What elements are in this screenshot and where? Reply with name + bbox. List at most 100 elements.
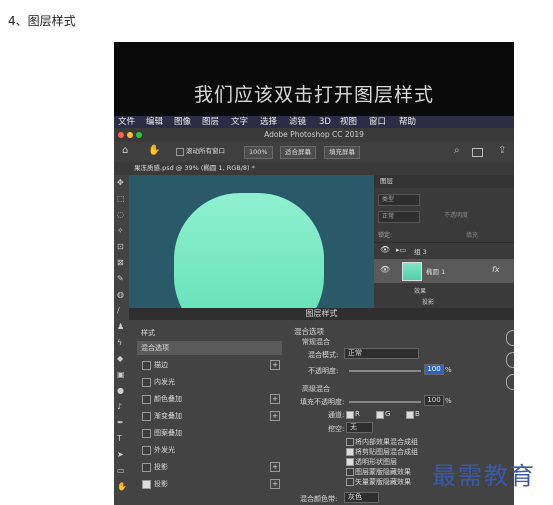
visibility-eye-icon[interactable]: 👁 xyxy=(380,245,390,254)
knockout-select[interactable]: 无 xyxy=(346,422,373,433)
pen-tool-icon[interactable]: ✒ xyxy=(117,419,126,427)
crop-tool-icon[interactable]: ⊡ xyxy=(117,243,126,251)
add-effect-icon[interactable]: + xyxy=(270,394,280,404)
document-canvas[interactable] xyxy=(129,175,374,308)
menu-select[interactable]: 选择 xyxy=(260,116,277,128)
folder-icon: ▸▭ xyxy=(396,246,407,254)
menu-type[interactable]: 文字 xyxy=(231,116,248,128)
style-item-label: 渐变叠加 xyxy=(154,412,182,420)
search-icon[interactable]: ⌕ xyxy=(454,145,460,156)
style-checkbox[interactable] xyxy=(142,361,151,370)
eyedropper-icon[interactable]: ✎ xyxy=(117,275,126,283)
menu-file[interactable]: 文件 xyxy=(118,116,135,128)
hand-tool-icon[interactable]: ✋ xyxy=(148,145,160,156)
channel-g-checkbox[interactable] xyxy=(376,411,384,419)
move-tool-icon[interactable]: ✥ xyxy=(117,179,126,187)
style-item-inner-glow[interactable]: 内发光 xyxy=(137,375,282,389)
opacity-slider[interactable] xyxy=(349,370,421,372)
channel-b-checkbox[interactable] xyxy=(406,411,414,419)
blur-tool-icon[interactable]: ● xyxy=(117,387,126,395)
general-blending-heading: 常规混合 xyxy=(302,338,330,346)
fill-opacity-unit: % xyxy=(445,397,452,405)
path-select-icon[interactable]: ➤ xyxy=(117,451,126,459)
scroll-all-checkbox[interactable] xyxy=(176,148,184,156)
fx-icon[interactable]: fx xyxy=(492,265,500,274)
stamp-tool-icon[interactable]: ♟ xyxy=(117,323,126,331)
shape-tool-icon[interactable]: ▭ xyxy=(117,467,126,475)
type-tool-icon[interactable]: T xyxy=(117,435,126,443)
ok-button[interactable] xyxy=(506,330,514,346)
blend-interior-checkbox[interactable] xyxy=(346,438,354,446)
fill-screen-button[interactable]: 填充屏幕 xyxy=(324,146,360,159)
layer-row-selected[interactable]: 👁 椭圆 1 fx xyxy=(374,259,514,283)
menu-filter[interactable]: 滤镜 xyxy=(289,116,306,128)
fill-opacity-slider[interactable] xyxy=(349,401,421,403)
document-tab[interactable]: 果冻质感.psd @ 39% (椭圆 1, RGB/8) * xyxy=(134,162,255,175)
gradient-tool-icon[interactable]: ▣ xyxy=(117,371,126,379)
vector-mask-hides-checkbox[interactable] xyxy=(346,478,354,486)
layer-blend-mode[interactable]: 正常 xyxy=(378,211,420,223)
style-item-blending-options[interactable]: 混合选项 xyxy=(137,341,282,355)
frame-tool-icon[interactable]: ⊠ xyxy=(117,259,126,267)
history-brush-icon[interactable]: ϟ xyxy=(117,339,126,347)
style-item-stroke[interactable]: 描边 + xyxy=(137,358,282,372)
style-item-styles[interactable]: 样式 xyxy=(137,326,282,340)
add-effect-icon[interactable]: + xyxy=(270,360,280,370)
blend-if-select[interactable]: 灰色 xyxy=(344,492,379,503)
healing-brush-icon[interactable]: ◍ xyxy=(117,291,126,299)
style-checkbox[interactable] xyxy=(142,463,151,472)
opacity-input[interactable]: 100 xyxy=(424,364,444,375)
menu-edit[interactable]: 编辑 xyxy=(146,116,163,128)
style-item-gradient-overlay[interactable]: 渐变叠加 + xyxy=(137,409,282,423)
style-checkbox[interactable] xyxy=(142,412,151,421)
new-style-button[interactable] xyxy=(506,374,514,390)
add-effect-icon[interactable]: + xyxy=(270,479,280,489)
style-checkbox[interactable] xyxy=(142,378,151,387)
menu-layer[interactable]: 图层 xyxy=(202,116,219,128)
menu-help[interactable]: 帮助 xyxy=(399,116,416,128)
share-icon[interactable]: ⇪ xyxy=(498,145,506,156)
fit-screen-button[interactable]: 适合屏幕 xyxy=(280,146,316,159)
menu-bar: 文件 编辑 图像 图层 文字 选择 滤镜 3D 视图 窗口 帮助 xyxy=(114,116,514,128)
add-effect-icon[interactable]: + xyxy=(270,411,280,421)
style-item-drop-shadow[interactable]: 投影 + xyxy=(137,460,282,474)
cancel-button[interactable] xyxy=(506,352,514,368)
transparency-shapes-label: 透明形状图层 xyxy=(355,458,397,466)
channel-r-checkbox[interactable] xyxy=(346,411,354,419)
style-item-outer-glow[interactable]: 外发光 xyxy=(137,443,282,457)
style-checkbox-checked[interactable] xyxy=(142,480,151,489)
magic-wand-icon[interactable]: ✧ xyxy=(117,227,126,235)
style-item-pattern-overlay[interactable]: 图案叠加 xyxy=(137,426,282,440)
visibility-eye-icon[interactable]: 👁 xyxy=(380,265,390,274)
eraser-tool-icon[interactable]: ◆ xyxy=(117,355,126,363)
home-icon[interactable]: ⌂ xyxy=(122,145,128,156)
menu-window[interactable]: 窗口 xyxy=(369,116,386,128)
style-item-label: 颜色叠加 xyxy=(154,395,182,403)
zoom-100-button[interactable]: 100% xyxy=(244,146,273,159)
menu-3d[interactable]: 3D xyxy=(319,116,331,128)
style-checkbox[interactable] xyxy=(142,446,151,455)
brush-tool-icon[interactable]: / xyxy=(117,307,126,315)
tutorial-screenshot: 我们应该双击打开图层样式 文件 编辑 图像 图层 文字 选择 滤镜 3D 视图 … xyxy=(114,42,514,505)
workspace-icon[interactable] xyxy=(472,148,483,157)
blend-clipped-checkbox[interactable] xyxy=(346,448,354,456)
layer-mask-hides-checkbox[interactable] xyxy=(346,468,354,476)
style-checkbox[interactable] xyxy=(142,429,151,438)
add-effect-icon[interactable]: + xyxy=(270,462,280,472)
layer-row-group[interactable]: 👁 ▸▭ 组 3 xyxy=(374,242,514,259)
layer-filter-select[interactable]: 类型 xyxy=(378,194,420,206)
style-checkbox[interactable] xyxy=(142,395,151,404)
dodge-tool-icon[interactable]: ♪ xyxy=(117,403,126,411)
marquee-tool-icon[interactable]: ⬚ xyxy=(117,195,126,203)
transparency-shapes-checkbox[interactable] xyxy=(346,458,354,466)
lasso-tool-icon[interactable]: ◌ xyxy=(117,211,126,219)
menu-view[interactable]: 视图 xyxy=(340,116,357,128)
hand-tool-icon[interactable]: ✋ xyxy=(117,483,127,491)
style-item-color-overlay[interactable]: 颜色叠加 + xyxy=(137,392,282,406)
style-item-drop-shadow-2[interactable]: 投影 + xyxy=(137,477,282,491)
fill-opacity-input[interactable]: 100 xyxy=(424,395,444,406)
layers-panel-title: 图层 xyxy=(380,177,393,185)
blend-mode-select[interactable]: 正常 xyxy=(344,348,419,359)
channel-b-label: B xyxy=(415,410,420,418)
menu-image[interactable]: 图像 xyxy=(174,116,191,128)
